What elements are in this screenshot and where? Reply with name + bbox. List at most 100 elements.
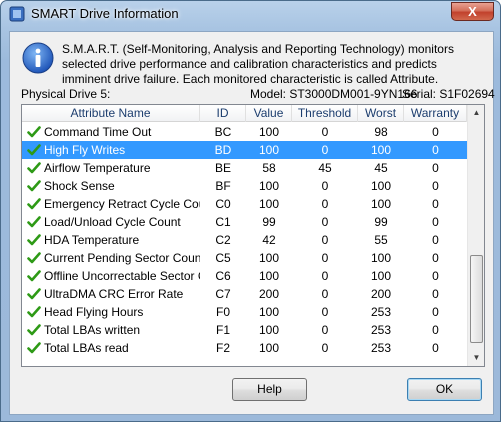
cell-value: 58	[262, 161, 276, 175]
table-row[interactable]: Command Time Out BC 100 0 98 0	[22, 123, 467, 141]
cell-threshold: 0	[321, 215, 329, 229]
table-row[interactable]: HDA Temperature C2 42 0 55 0	[22, 231, 467, 249]
cell-worst: 99	[374, 215, 388, 229]
cell-warranty: 0	[432, 287, 439, 301]
cell-threshold: 0	[321, 287, 329, 301]
check-ok-icon	[27, 197, 41, 211]
table-row[interactable]: Total LBAs written F1 100 0 253 0	[22, 321, 467, 339]
cell-worst: 45	[374, 161, 388, 175]
cell-threshold: 0	[321, 341, 329, 355]
column-header-warranty[interactable]: Warranty	[404, 105, 467, 122]
description-text: S.M.A.R.T. (Self-Monitoring, Analysis an…	[62, 42, 454, 86]
table-row[interactable]: Current Pending Sector Count C5 100 0 100 0	[22, 249, 467, 267]
cell-warranty: 0	[432, 323, 439, 337]
cell-warranty: 0	[432, 305, 439, 319]
table-row[interactable]: Offline Uncorrectable Sector Count C6 100 0…	[22, 267, 467, 285]
cell-threshold: 0	[321, 179, 329, 193]
cell-attribute-name: Airflow Temperature	[44, 161, 151, 175]
attributes-list[interactable]: Attribute Name ID Value Threshold Worst …	[21, 104, 485, 367]
table-row[interactable]: Airflow Temperature BE 58 45 45 0	[22, 159, 467, 177]
cell-warranty: 0	[432, 341, 439, 355]
cell-id: C6	[215, 269, 231, 283]
table-row[interactable]: Head Flying Hours F0 100 0 253 0	[22, 303, 467, 321]
column-header-threshold[interactable]: Threshold	[292, 105, 358, 122]
cell-value: 100	[258, 251, 280, 265]
cell-threshold: 45	[318, 161, 332, 175]
cell-attribute-name: Current Pending Sector Count	[44, 251, 200, 265]
cell-attribute-name: Head Flying Hours	[44, 305, 144, 319]
cell-id: C1	[215, 215, 231, 229]
check-ok-icon	[27, 233, 41, 247]
cell-threshold: 0	[321, 233, 329, 247]
cell-attribute-name: UltraDMA CRC Error Rate	[44, 287, 184, 301]
drive-model: Model: ST3000DM001-9YN166	[250, 87, 418, 101]
check-ok-icon	[27, 287, 41, 301]
title-bar[interactable]: SMART Drive Information X	[1, 1, 500, 27]
cell-id: F0	[215, 305, 230, 319]
cell-worst: 100	[370, 197, 392, 211]
table-row[interactable]: UltraDMA CRC Error Rate C7 200 0 200 0	[22, 285, 467, 303]
cell-warranty: 0	[432, 269, 439, 283]
cell-worst: 55	[374, 233, 388, 247]
table-row[interactable]: Shock Sense BF 100 0 100 0	[22, 177, 467, 195]
cell-value: 200	[258, 287, 280, 301]
cell-threshold: 0	[321, 251, 329, 265]
table-row[interactable]: High Fly Writes BD 100 0 100 0	[22, 141, 467, 159]
cell-worst: 253	[370, 305, 392, 319]
column-header-worst[interactable]: Worst	[358, 105, 404, 122]
check-ok-icon	[27, 305, 41, 319]
cell-warranty: 0	[432, 143, 439, 157]
cell-attribute-name: High Fly Writes	[44, 143, 126, 157]
cell-attribute-name: Shock Sense	[44, 179, 115, 193]
scroll-down-arrow-icon[interactable]: ▼	[469, 350, 484, 366]
help-button[interactable]: Help	[232, 378, 307, 401]
check-ok-icon	[27, 323, 41, 337]
dialog-body: S.M.A.R.T. (Self-Monitoring, Analysis an…	[9, 31, 495, 415]
physical-drive-label: Physical Drive 5:	[21, 87, 111, 101]
cell-value: 100	[258, 269, 280, 283]
app-icon	[9, 6, 25, 22]
cell-worst: 98	[374, 125, 388, 139]
window-title: SMART Drive Information	[31, 6, 179, 21]
list-header: Attribute Name ID Value Threshold Worst …	[22, 105, 467, 122]
cell-warranty: 0	[432, 197, 439, 211]
cell-value: 100	[258, 179, 280, 193]
table-row[interactable]: Emergency Retract Cycle Count C0 100 0 100 0	[22, 195, 467, 213]
close-button[interactable]: X	[451, 2, 494, 21]
cell-threshold: 0	[321, 197, 329, 211]
cell-id: C7	[215, 287, 231, 301]
cell-value: 100	[258, 197, 280, 211]
cell-attribute-name: HDA Temperature	[44, 233, 140, 247]
cell-worst: 100	[370, 179, 392, 193]
cell-value: 100	[258, 305, 280, 319]
cell-warranty: 0	[432, 251, 439, 265]
cell-value: 100	[258, 125, 280, 139]
table-row[interactable]: Load/Unload Cycle Count C1 99 0 99 0	[22, 213, 467, 231]
cell-worst: 100	[370, 251, 392, 265]
column-header-id[interactable]: ID	[200, 105, 246, 122]
cell-threshold: 0	[321, 125, 329, 139]
column-header-value[interactable]: Value	[246, 105, 292, 122]
vertical-scrollbar[interactable]: ▲ ▼	[467, 105, 484, 366]
table-row[interactable]: Total LBAs read F2 100 0 253 0	[22, 339, 467, 357]
cell-threshold: 0	[321, 269, 329, 283]
cell-worst: 100	[370, 143, 392, 157]
cell-id: F1	[215, 323, 230, 337]
check-ok-icon	[27, 179, 41, 193]
cell-worst: 200	[370, 287, 392, 301]
cell-attribute-name: Load/Unload Cycle Count	[44, 215, 181, 229]
drive-serial: Serial: S1F02694	[402, 87, 495, 101]
cell-attribute-name: Offline Uncorrectable Sector Count	[44, 269, 200, 283]
cell-id: F2	[215, 341, 230, 355]
cell-worst: 100	[370, 269, 392, 283]
column-header-attribute-name[interactable]: Attribute Name	[22, 105, 200, 122]
cell-id: C5	[215, 251, 231, 265]
scroll-up-arrow-icon[interactable]: ▲	[469, 105, 484, 121]
smart-dialog-window: SMART Drive Information X S.M.A.R.T. (Se…	[0, 0, 501, 422]
cell-id: C2	[215, 233, 231, 247]
scrollbar-thumb[interactable]	[470, 255, 483, 343]
cell-id: BF	[215, 179, 231, 193]
info-icon	[22, 42, 54, 74]
ok-button[interactable]: OK	[407, 378, 482, 401]
cell-threshold: 0	[321, 323, 329, 337]
